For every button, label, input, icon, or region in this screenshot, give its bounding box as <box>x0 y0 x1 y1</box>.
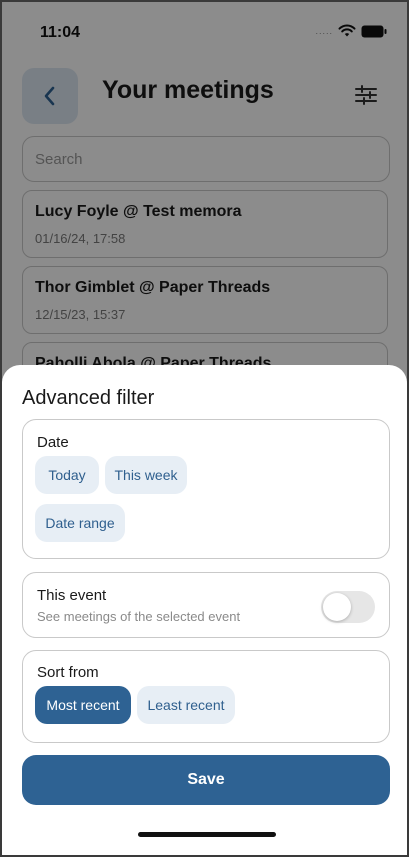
advanced-filter-sheet: Advanced filter Date Today This week Dat… <box>2 365 407 855</box>
chip-most-recent[interactable]: Most recent <box>35 686 131 724</box>
sort-label: Sort from <box>37 664 99 681</box>
toggle-knob <box>323 593 351 621</box>
event-filter-section: This event See meetings of the selected … <box>22 572 390 638</box>
sheet-title: Advanced filter <box>22 387 155 409</box>
chip-this-week[interactable]: This week <box>105 456 187 494</box>
chip-today[interactable]: Today <box>35 456 99 494</box>
chip-date-range[interactable]: Date range <box>35 504 125 542</box>
save-button[interactable]: Save <box>22 755 390 805</box>
date-label: Date <box>37 434 69 451</box>
sort-section: Sort from Most recent Least recent <box>22 650 390 743</box>
date-filter-section: Date Today This week Date range <box>22 419 390 559</box>
event-description: See meetings of the selected event <box>37 609 241 624</box>
chip-least-recent[interactable]: Least recent <box>137 686 235 724</box>
phone-screen: 11:04 ..... Your meetings Search Lucy Fo… <box>0 0 409 857</box>
event-toggle[interactable] <box>321 591 375 623</box>
event-label: This event <box>37 587 107 604</box>
home-indicator <box>138 832 276 837</box>
